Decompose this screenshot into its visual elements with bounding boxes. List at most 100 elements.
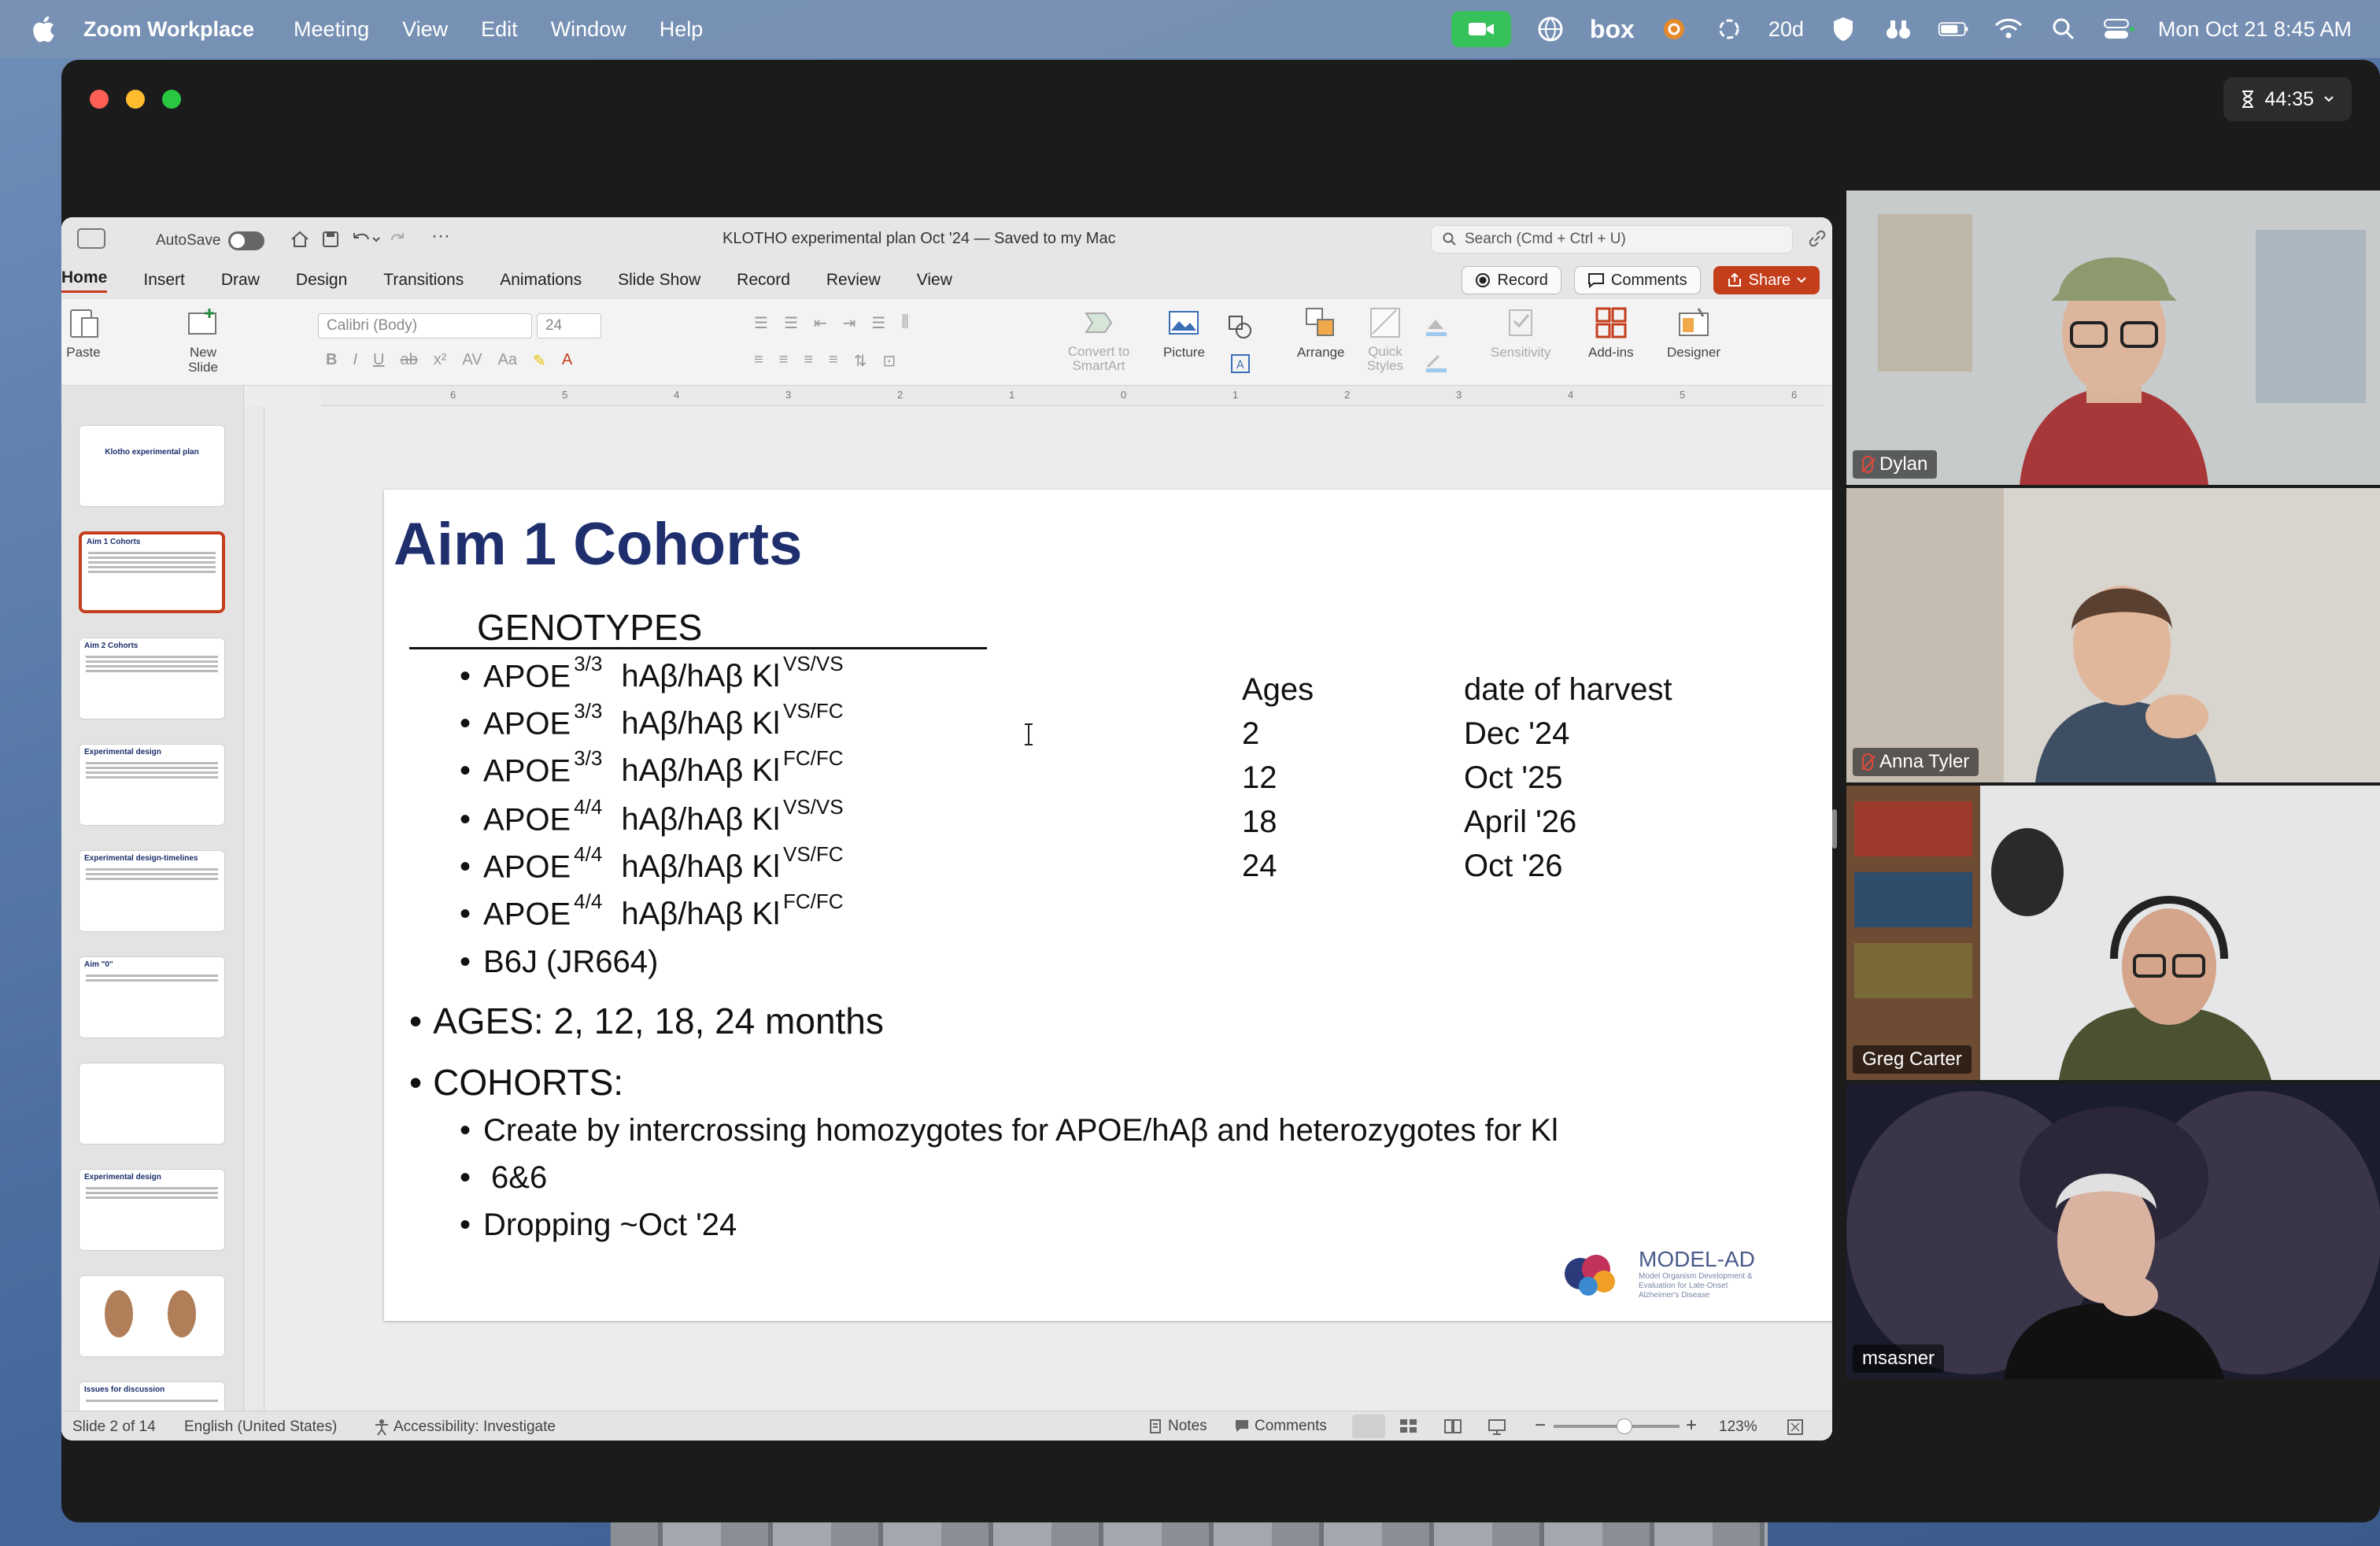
- zoom-out-icon[interactable]: −: [1535, 1415, 1546, 1437]
- participant-video-tile[interactable]: Greg Carter: [1846, 786, 2380, 1080]
- shape-fill-icon[interactable]: [1423, 315, 1462, 338]
- slide-thumbnail[interactable]: [79, 1063, 225, 1145]
- tab-slide-show[interactable]: Slide Show: [618, 271, 700, 290]
- outdent-icon[interactable]: ⇥: [843, 313, 856, 333]
- search-input[interactable]: Search (Cmd + Ctrl + U): [1431, 225, 1793, 253]
- zoom-slider-handle[interactable]: [1617, 1418, 1632, 1434]
- box-icon[interactable]: box: [1590, 15, 1635, 44]
- align-text-icon[interactable]: ⊡: [882, 351, 896, 371]
- harvest-cell[interactable]: Dec '24: [1464, 716, 1569, 752]
- zoom-in-icon[interactable]: +: [1686, 1415, 1697, 1437]
- tab-record[interactable]: Record: [737, 271, 790, 290]
- text-direction-icon[interactable]: ⇅: [854, 351, 867, 371]
- paste-button[interactable]: Paste: [66, 305, 101, 361]
- columns-icon[interactable]: ⫼: [901, 313, 908, 333]
- justify-icon[interactable]: ≡: [829, 351, 838, 371]
- slide-editor-canvas[interactable]: Aim 1 Cohorts GENOTYPES • APOE 3/3 hAβ/hAβ …: [264, 406, 1832, 1411]
- menu-help[interactable]: Help: [660, 17, 704, 42]
- slide-thumbnail[interactable]: Aim 2 Cohorts: [79, 638, 225, 719]
- ages-bullet[interactable]: • AGES: 2, 12, 18, 24 months: [409, 1000, 884, 1042]
- slide-thumbnail[interactable]: Aim "0": [79, 956, 225, 1038]
- align-right-icon[interactable]: ≡: [804, 351, 813, 371]
- age-cell[interactable]: 2: [1242, 716, 1259, 752]
- current-slide[interactable]: Aim 1 Cohorts GENOTYPES • APOE 3/3 hAβ/hAβ …: [384, 490, 1832, 1321]
- character-spacing-icon[interactable]: AV: [462, 351, 482, 371]
- language-indicator[interactable]: English (United States): [184, 1418, 337, 1436]
- arrange-button[interactable]: Arrange: [1297, 305, 1344, 361]
- more-icon[interactable]: ···: [431, 225, 450, 247]
- underline-icon[interactable]: U: [373, 351, 384, 371]
- slide-thumbnails-pane[interactable]: Klotho experimental plan Aim 1 Cohorts A…: [61, 386, 244, 1411]
- menu-clock[interactable]: Mon Oct 21 8:45 AM: [2158, 17, 2352, 42]
- menu-view[interactable]: View: [402, 17, 448, 42]
- shield-icon[interactable]: [1828, 13, 1859, 45]
- fit-to-window-icon[interactable]: [1787, 1418, 1804, 1436]
- genotype-item[interactable]: • APOE 3/3 hAβ/hAβ Kl VS/VS: [460, 652, 844, 694]
- tab-insert[interactable]: Insert: [143, 271, 185, 290]
- genotype-item[interactable]: • APOE 4/4 hAβ/hAβ Kl FC/FC: [460, 890, 844, 932]
- close-window-button[interactable]: [90, 90, 109, 109]
- wifi-icon[interactable]: [1993, 13, 2024, 45]
- sync-icon[interactable]: [1658, 13, 1690, 45]
- harvest-column-header[interactable]: date of harvest: [1464, 672, 1672, 708]
- slide-thumbnail[interactable]: Klotho experimental plan: [79, 425, 225, 507]
- font-size-select[interactable]: 24: [537, 313, 601, 338]
- globe-icon[interactable]: [1535, 13, 1566, 45]
- convert-smartart-button[interactable]: Convert to SmartArt: [1059, 305, 1138, 373]
- participant-video-tile[interactable]: Anna Tyler: [1846, 488, 2380, 782]
- font-color-icon[interactable]: A: [562, 351, 572, 371]
- highlight-icon[interactable]: ✎: [533, 351, 546, 371]
- reading-view-icon[interactable]: [1443, 1418, 1462, 1434]
- genotypes-heading[interactable]: GENOTYPES: [477, 606, 702, 649]
- indent-icon[interactable]: ⇤: [814, 313, 827, 333]
- genotype-item[interactable]: • B6J (JR664): [460, 945, 658, 980]
- cohort-item[interactable]: • Dropping ~Oct '24: [460, 1208, 737, 1243]
- horizontal-ruler[interactable]: 6 5 4 3 2 1 0 1 2 3 4 5 6: [321, 386, 1824, 406]
- sidebar-toggle-icon[interactable]: [77, 228, 105, 249]
- binoculars-icon[interactable]: [1883, 13, 1914, 45]
- minimize-window-button[interactable]: [126, 90, 145, 109]
- comments-button[interactable]: Comments: [1573, 266, 1701, 294]
- age-cell[interactable]: 18: [1242, 804, 1277, 840]
- harvest-cell[interactable]: April '26: [1464, 804, 1576, 840]
- new-slide-button[interactable]: New Slide: [179, 305, 227, 375]
- age-cell[interactable]: 24: [1242, 849, 1277, 884]
- tab-view[interactable]: View: [917, 271, 952, 290]
- tab-home[interactable]: Home: [61, 268, 108, 293]
- zoom-video-status-icon[interactable]: [1451, 11, 1511, 47]
- participant-video-tile-active-speaker[interactable]: msasner: [1846, 1083, 2380, 1379]
- slide-thumbnail[interactable]: Experimental design: [79, 1169, 225, 1251]
- zoom-level[interactable]: 123%: [1719, 1418, 1757, 1436]
- italic-icon[interactable]: I: [353, 351, 357, 371]
- strikethrough-icon[interactable]: ab: [400, 351, 417, 371]
- accessibility-status[interactable]: Accessibility: Investigate: [394, 1418, 556, 1436]
- align-center-icon[interactable]: ≡: [779, 351, 789, 371]
- tab-draw[interactable]: Draw: [221, 271, 260, 290]
- bold-icon[interactable]: B: [326, 351, 337, 371]
- slide-sorter-icon[interactable]: [1399, 1418, 1418, 1434]
- quick-styles-button[interactable]: Quick Styles: [1362, 305, 1409, 373]
- designer-button[interactable]: Designer: [1667, 305, 1720, 361]
- spotlight-search-icon[interactable]: [2048, 13, 2079, 45]
- participant-video-tile[interactable]: Dylan: [1846, 190, 2380, 485]
- home-icon[interactable]: [290, 230, 310, 249]
- status-comments-button[interactable]: Comments: [1234, 1418, 1327, 1435]
- genotype-item[interactable]: • APOE 3/3 hAβ/hAβ Kl VS/FC: [460, 699, 844, 742]
- genotype-item[interactable]: • APOE 4/4 hAβ/hAβ Kl VS/VS: [460, 795, 844, 838]
- shapes-icon[interactable]: [1226, 313, 1255, 342]
- numbering-icon[interactable]: ☰: [784, 313, 798, 333]
- slide-thumbnail[interactable]: Experimental design: [79, 744, 225, 826]
- battery-icon[interactable]: [1938, 13, 1969, 45]
- status-counter[interactable]: 20d: [1768, 17, 1804, 42]
- slide-thumbnail[interactable]: Experimental design-timelines: [79, 850, 225, 932]
- control-center-icon[interactable]: [2103, 13, 2134, 45]
- resize-handle[interactable]: [1832, 809, 1837, 849]
- ages-column-header[interactable]: Ages: [1242, 672, 1314, 708]
- add-ins-button[interactable]: Add-ins: [1588, 305, 1634, 361]
- tab-animations[interactable]: Animations: [500, 271, 582, 290]
- bullets-icon[interactable]: ☰: [754, 313, 768, 333]
- font-name-select[interactable]: Calibri (Body): [318, 313, 532, 338]
- undo-icon[interactable]: [349, 230, 381, 249]
- normal-view-icon[interactable]: [1352, 1415, 1385, 1438]
- slide-thumbnail-selected[interactable]: Aim 1 Cohorts: [79, 531, 225, 613]
